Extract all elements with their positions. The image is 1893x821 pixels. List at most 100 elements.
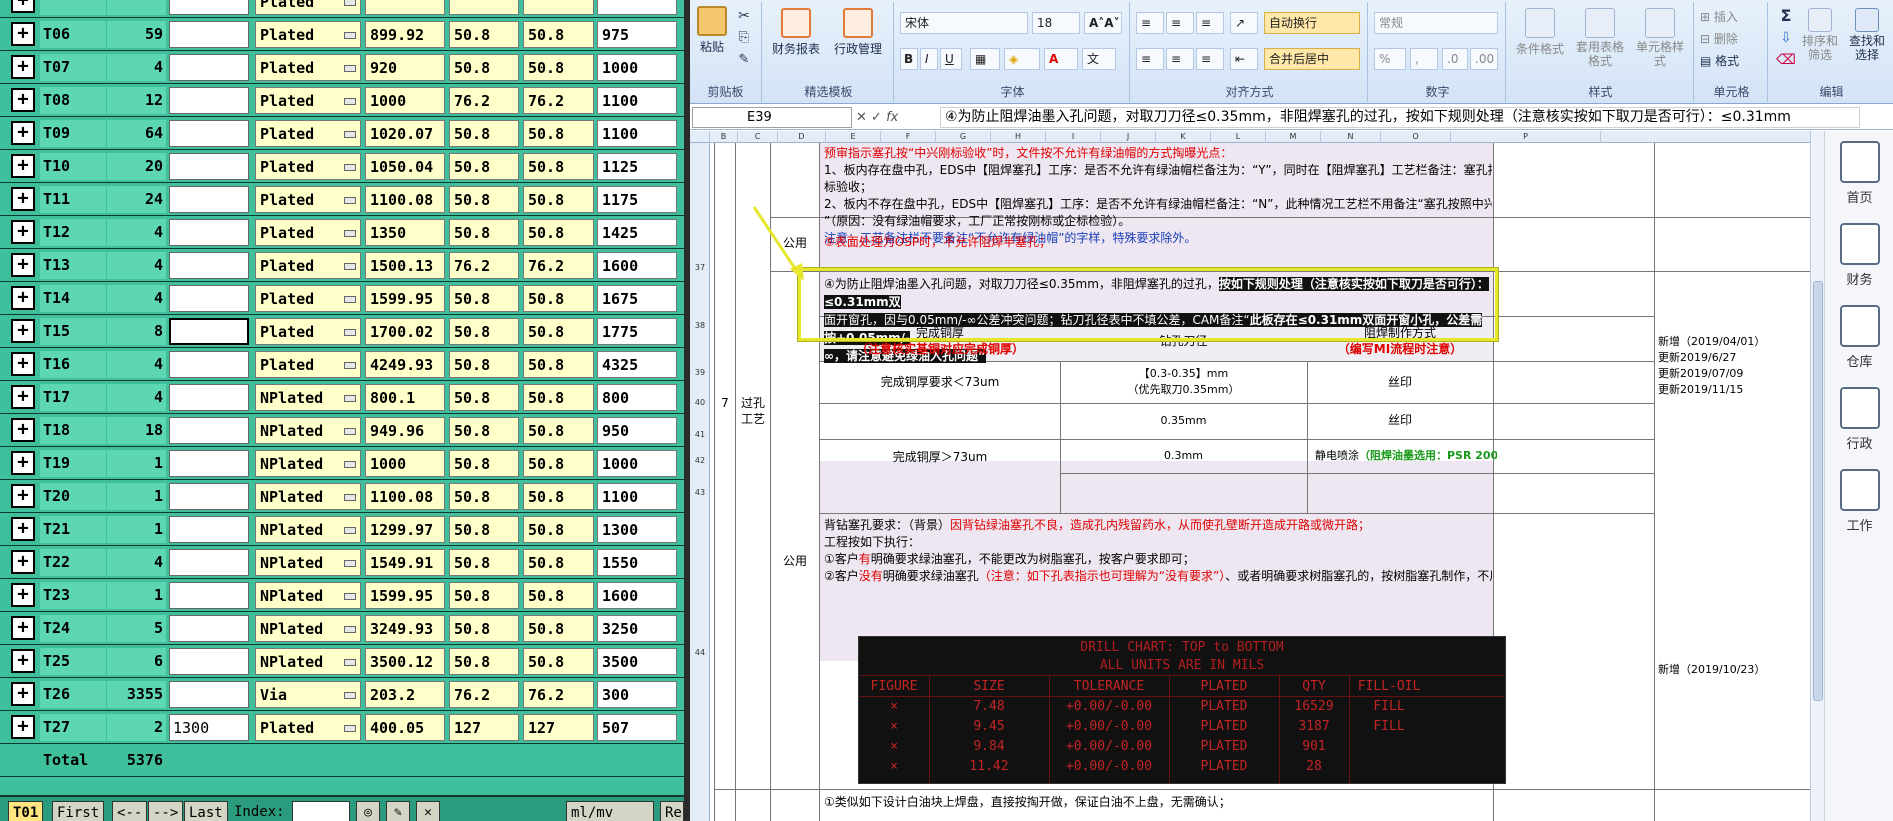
tol-minus[interactable]: 50.8 (523, 285, 594, 312)
drill-size[interactable]: 507 (597, 714, 677, 741)
expand-button[interactable]: + (11, 451, 35, 475)
expand-button[interactable]: + (11, 550, 35, 574)
plating-type-select[interactable]: NPlated (255, 384, 361, 411)
finish-size[interactable]: 1100.08 (365, 483, 445, 510)
tol-plus[interactable]: 50.8 (449, 285, 519, 312)
tool-input[interactable]: 1300 (169, 714, 249, 741)
row-number[interactable]: 38 (690, 321, 710, 330)
align-right-button[interactable]: ≡ (1196, 48, 1224, 70)
increase-decimal-button[interactable]: .0 (1442, 48, 1468, 70)
column-letter[interactable]: H (991, 131, 1046, 143)
tol-minus[interactable]: 50.8 (523, 516, 594, 543)
tol-plus[interactable]: 50.8 (449, 120, 519, 147)
plating-type-select[interactable]: Via (255, 681, 361, 708)
expand-button[interactable]: + (11, 649, 35, 673)
tool-input[interactable] (169, 120, 249, 147)
expand-button[interactable]: + (11, 484, 35, 508)
wrap-text-button[interactable]: 自动换行 (1264, 12, 1360, 34)
finish-size[interactable]: 800.1 (365, 384, 445, 411)
expand-button[interactable]: + (11, 22, 35, 46)
plating-type-select[interactable]: Plated (255, 351, 361, 378)
tol-plus[interactable]: 50.8 (449, 615, 519, 642)
finish-size[interactable]: 1500.13 (365, 252, 445, 279)
plating-type-select[interactable]: Plated (255, 285, 361, 312)
italic-button[interactable]: I (920, 48, 938, 70)
expand-button[interactable]: + (11, 352, 35, 376)
tol-minus[interactable]: 50.8 (523, 648, 594, 675)
finish-size[interactable]: 3500.12 (365, 648, 445, 675)
row-number[interactable]: 39 (690, 368, 710, 377)
plating-type-select[interactable]: NPlated (255, 648, 361, 675)
finish-size[interactable]: 1100.08 (365, 186, 445, 213)
tol-minus[interactable]: 50.8 (523, 384, 594, 411)
tol-minus[interactable]: 50.8 (523, 318, 594, 345)
column-letter[interactable]: N (1321, 131, 1381, 143)
format-painter-icon[interactable]: ✎ (734, 52, 754, 67)
row-number[interactable]: 44 (690, 648, 710, 657)
last-button[interactable]: Last (184, 801, 228, 821)
finish-size[interactable]: 1549.91 (365, 549, 445, 576)
expand-button[interactable]: + (11, 385, 35, 409)
tool-input[interactable] (169, 219, 249, 246)
sort-filter-button[interactable]: 排序和筛选 (1800, 8, 1840, 62)
expand-button[interactable]: + (11, 253, 35, 277)
column-letter[interactable]: L (1211, 131, 1266, 143)
plating-type-select[interactable]: Plated (255, 219, 361, 246)
tol-minus[interactable]: 50.8 (523, 153, 594, 180)
underline-button[interactable]: U (940, 48, 962, 70)
expand-button[interactable]: + (11, 319, 35, 343)
delete-button[interactable]: ⊟ 删除 (1700, 30, 1764, 47)
plating-type-select[interactable]: Plated (255, 120, 361, 147)
expand-button[interactable]: + (11, 616, 35, 640)
plating-type-select[interactable]: Plated (255, 714, 361, 741)
decrease-decimal-button[interactable]: .00 (1470, 48, 1498, 70)
tol-plus[interactable]: 76.2 (449, 681, 519, 708)
tol-minus[interactable]: 50.8 (523, 21, 594, 48)
expand-button[interactable]: + (11, 55, 35, 79)
row-number[interactable]: 42 (690, 456, 710, 465)
fx-icon[interactable]: fx (886, 110, 898, 125)
drill-size[interactable]: 1600 (597, 582, 677, 609)
column-letter[interactable]: K (1156, 131, 1211, 143)
first-button[interactable]: First (52, 801, 105, 821)
conditional-format-button[interactable]: 条件格式 (1512, 8, 1568, 57)
tool-input[interactable] (169, 384, 249, 411)
tol-minus[interactable]: 50.8 (523, 417, 594, 444)
plating-type-select[interactable]: Plated (255, 87, 361, 114)
re-button[interactable]: Re (660, 801, 684, 821)
drill-size[interactable]: 1100 (597, 483, 677, 510)
tool-input[interactable] (169, 681, 249, 708)
column-letter[interactable]: C (738, 131, 778, 143)
column-letter[interactable]: I (1046, 131, 1101, 143)
tol-plus[interactable]: 76.2 (449, 252, 519, 279)
format-button[interactable]: ▤ 格式 (1700, 52, 1764, 69)
tol-plus[interactable]: 50.8 (449, 483, 519, 510)
border-button[interactable]: ▦ (970, 48, 1000, 70)
column-letter[interactable]: P (1451, 131, 1601, 143)
fill-color-button[interactable]: ◈ (1004, 48, 1040, 70)
column-letter[interactable]: D (778, 131, 826, 143)
percent-button[interactable]: % (1374, 48, 1406, 70)
align-center-button[interactable]: ≡ (1166, 48, 1194, 70)
tool-input[interactable] (169, 186, 249, 213)
finish-size[interactable]: 4249.93 (365, 351, 445, 378)
tol-plus[interactable]: 50.8 (449, 417, 519, 444)
expand-button[interactable]: + (11, 286, 35, 310)
pinyin-button[interactable]: 文 (1082, 48, 1116, 70)
enter-icon[interactable]: ✓ (871, 110, 882, 125)
plating-type-select[interactable]: NPlated (255, 483, 361, 510)
name-box[interactable]: E39 (692, 107, 852, 128)
drill-size[interactable]: 1175 (597, 186, 677, 213)
scroll-thumb[interactable] (1813, 281, 1823, 701)
tool-input[interactable] (169, 351, 249, 378)
drill-size[interactable]: 1000 (597, 54, 677, 81)
drill-size[interactable]: 300 (597, 681, 677, 708)
column-letter[interactable] (690, 131, 710, 143)
column-letter[interactable]: E (826, 131, 881, 143)
tol-minus[interactable]: 76.2 (523, 87, 594, 114)
home-nav[interactable]: 首页 (1825, 141, 1893, 206)
comma-button[interactable]: , (1410, 48, 1438, 70)
row-number[interactable]: 37 (690, 263, 710, 272)
align-middle-button[interactable]: ≡ (1166, 12, 1194, 34)
column-letter[interactable]: O (1381, 131, 1451, 143)
